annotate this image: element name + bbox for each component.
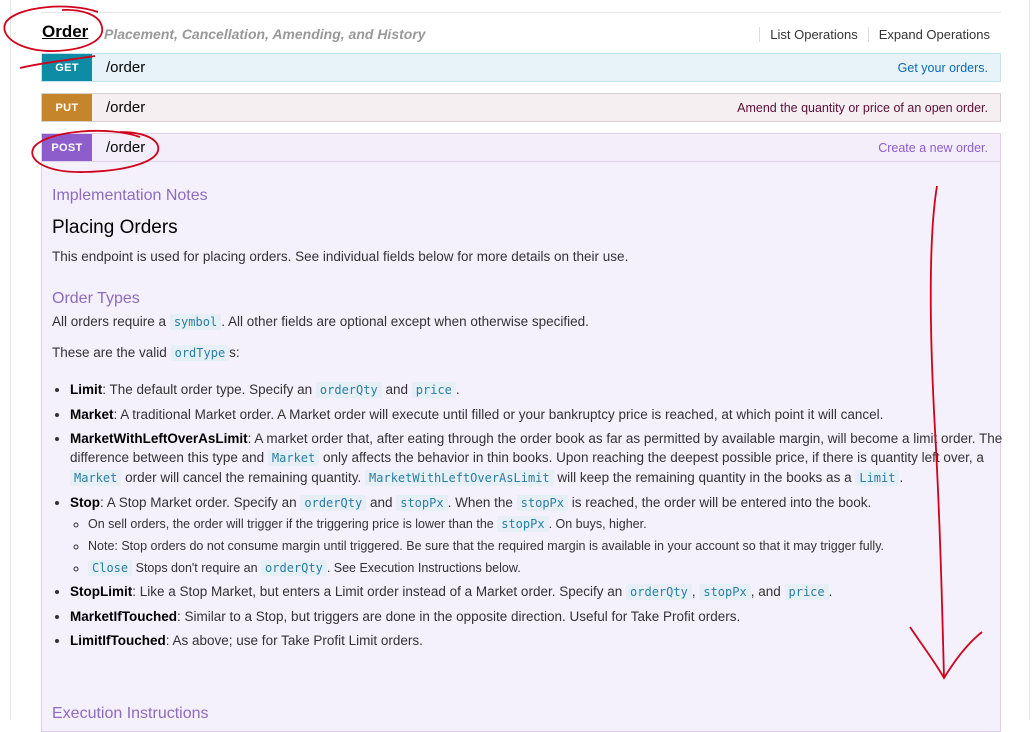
method-badge-get[interactable]: GET	[42, 54, 92, 81]
placing-orders-title: Placing Orders	[52, 217, 178, 238]
sub-item: Note: Stop orders do not consume margin …	[88, 537, 1005, 555]
text: : Like a Stop Market, but enters a Limit…	[132, 584, 623, 599]
operation-summary[interactable]: Get your orders.	[898, 61, 988, 75]
code: Close	[88, 560, 133, 576]
text: On sell orders, the order will trigger i…	[88, 517, 494, 531]
text: order will cancel the remaining quantity…	[125, 470, 362, 485]
text: ,	[691, 584, 696, 599]
sub-item: Close Stops don't require an orderQty. S…	[88, 559, 1005, 577]
text: Stops don't require an	[135, 561, 258, 575]
list-item-stop: Stop: A Stop Market order. Specify an or…	[70, 493, 1005, 577]
text: is reached, the order will be entered in…	[571, 495, 872, 510]
text: : As above; use for Take Profit Limit or…	[165, 633, 423, 648]
code: orderQty	[261, 560, 327, 576]
text: . All other fields are optional except w…	[221, 314, 589, 329]
text: only affects the behavior in thin books.…	[323, 450, 984, 465]
text: . When the	[447, 495, 513, 510]
intro-text: This endpoint is used for placing orders…	[52, 249, 629, 264]
implementation-notes-heading: Implementation Notes	[52, 187, 208, 204]
code-symbol: symbol	[169, 314, 222, 330]
code: Market	[267, 450, 320, 466]
resource-heading: Order Placement, Cancellation, Amending,…	[42, 22, 1000, 46]
operation-get-order[interactable]: GET /order Get your orders.	[41, 53, 1001, 82]
resource-operations-links: List Operations Expand Operations	[759, 27, 990, 42]
text: : The default order type. Specify an	[102, 382, 313, 397]
code: Limit	[855, 470, 900, 486]
text: s:	[229, 345, 240, 360]
execution-instructions-heading: Execution Instructions	[52, 705, 209, 722]
text: These are the valid	[52, 345, 167, 360]
operation-path[interactable]: /order	[106, 59, 145, 76]
code: price	[784, 584, 829, 600]
code: stopPx	[516, 495, 569, 511]
type-name: Stop	[70, 495, 100, 510]
resource-name-link[interactable]: Order	[42, 22, 88, 42]
text: .	[828, 584, 833, 599]
list-item-limit-if-touched: LimitIfTouched: As above; use for Take P…	[70, 631, 1005, 650]
method-badge-put[interactable]: PUT	[42, 94, 92, 121]
list-item-market-with-leftover: MarketWithLeftOverAsLimit: A market orde…	[70, 429, 1005, 488]
operation-summary[interactable]: Create a new order.	[878, 141, 988, 155]
code: Market	[70, 470, 122, 486]
code: price	[411, 382, 456, 398]
text: will keep the remaining quantity in the …	[557, 470, 852, 485]
operation-path[interactable]: /order	[106, 99, 145, 116]
text: All orders require a	[52, 314, 167, 329]
text: : A traditional Market order. A Market o…	[113, 407, 884, 422]
text: : Similar to a Stop, but triggers are do…	[177, 609, 741, 624]
order-types-heading: Order Types	[52, 290, 140, 307]
operation-put-order[interactable]: PUT /order Amend the quantity or price o…	[41, 93, 1001, 122]
top-divider	[41, 12, 1001, 13]
code: orderQty	[626, 584, 692, 600]
list-item-stoplimit: StopLimit: Like a Stop Market, but enter…	[70, 582, 1005, 602]
text: and	[369, 495, 393, 510]
valid-types-text: These are the valid ordType s:	[52, 345, 240, 361]
order-types-list: Limit: The default order type. Specify a…	[52, 380, 1005, 655]
resource-description: Placement, Cancellation, Amending, and H…	[104, 26, 426, 42]
type-name: LimitIfTouched	[70, 633, 166, 648]
code-ordtype: ordType	[170, 345, 230, 361]
type-name: Market	[70, 407, 114, 422]
text: : A Stop Market order. Specify an	[100, 495, 297, 510]
expand-operations-link[interactable]: Expand Operations	[867, 27, 990, 42]
list-operations-link[interactable]: List Operations	[759, 27, 867, 42]
text: , and	[750, 584, 781, 599]
code: orderQty	[300, 495, 367, 511]
list-item-market-if-touched: MarketIfTouched: Similar to a Stop, but …	[70, 607, 1005, 626]
type-name: Limit	[70, 382, 103, 397]
operation-summary[interactable]: Amend the quantity or price of an open o…	[737, 101, 988, 115]
text: and	[385, 382, 408, 397]
requirement-text: All orders require a symbol. All other f…	[52, 314, 589, 330]
operation-post-order[interactable]: POST /order Create a new order.	[41, 133, 1001, 162]
type-name: MarketWithLeftOverAsLimit	[70, 431, 248, 446]
code: stopPx	[497, 516, 549, 532]
stop-sub-list: On sell orders, the order will trigger i…	[70, 515, 1005, 577]
list-item-limit: Limit: The default order type. Specify a…	[70, 380, 1005, 400]
code: stopPx	[699, 584, 751, 600]
sub-item: On sell orders, the order will trigger i…	[88, 515, 1005, 533]
code: orderQty	[315, 382, 382, 398]
operation-path[interactable]: /order	[106, 139, 145, 156]
code: MarketWithLeftOverAsLimit	[365, 470, 554, 486]
text: .	[455, 382, 460, 397]
text: . See Execution Instructions below.	[326, 561, 521, 575]
text: .	[899, 470, 904, 485]
type-name: MarketIfTouched	[70, 609, 178, 624]
code: stopPx	[396, 495, 448, 511]
type-name: StopLimit	[70, 584, 133, 599]
text: . On buys, higher.	[548, 517, 647, 531]
post-order-details: Implementation Notes Placing Orders This…	[41, 162, 1002, 732]
method-badge-post[interactable]: POST	[42, 134, 92, 161]
list-item-market: Market: A traditional Market order. A Ma…	[70, 405, 1005, 424]
